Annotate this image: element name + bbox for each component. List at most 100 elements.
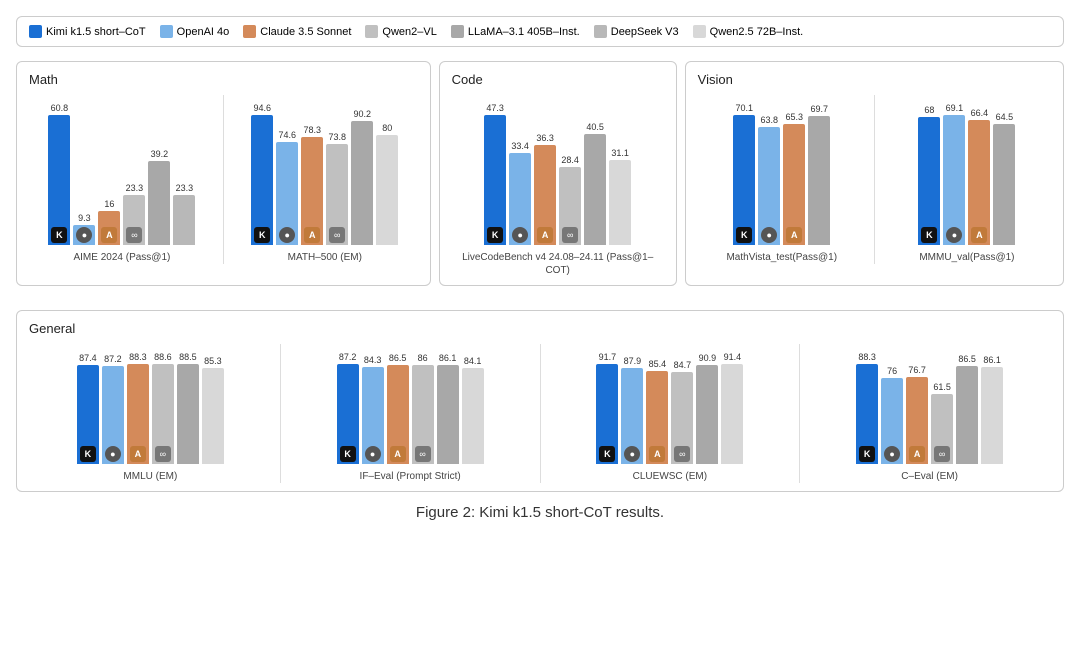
bar: A bbox=[98, 211, 120, 245]
legend-item: Claude 3.5 Sonnet bbox=[243, 25, 351, 38]
bar: A bbox=[646, 371, 668, 464]
bar-wrapper: 91.7 K bbox=[596, 353, 618, 464]
bar-wrapper: 33.4 ● bbox=[509, 142, 531, 245]
chart-divider bbox=[799, 344, 800, 483]
bar-icon-qwen: ∞ bbox=[934, 446, 950, 462]
bar bbox=[177, 364, 199, 464]
vision-section: Vision 70.1K63.8●65.3A69.7MathVista_test… bbox=[685, 61, 1064, 286]
bar-icon-k: K bbox=[921, 227, 937, 243]
bar-value: 85.3 bbox=[204, 357, 222, 366]
bar-wrapper: 88.5 bbox=[177, 353, 199, 464]
vision-title: Vision bbox=[698, 72, 1051, 87]
bar-value: 84.7 bbox=[674, 361, 692, 370]
bar-wrapper: 94.6K bbox=[251, 104, 273, 245]
bar-icon-k: K bbox=[340, 446, 356, 462]
bar: A bbox=[127, 364, 149, 464]
code-title: Code bbox=[452, 72, 664, 87]
chart-label: AIME 2024 (Pass@1) bbox=[73, 251, 170, 264]
bar-value: 70.1 bbox=[735, 104, 753, 113]
bar-value: 87.9 bbox=[624, 357, 642, 366]
legend: Kimi k1.5 short–CoTOpenAI 4oClaude 3.5 S… bbox=[16, 16, 1064, 47]
bar-value: 84.3 bbox=[364, 356, 382, 365]
bar-value: 78.3 bbox=[304, 126, 322, 135]
bar-icon-openai: ● bbox=[946, 227, 962, 243]
bar bbox=[609, 160, 631, 245]
bar-icon-openai: ● bbox=[512, 227, 528, 243]
bar-value: 86.1 bbox=[439, 354, 457, 363]
bar-icon-claude: A bbox=[909, 446, 925, 462]
bar-value: 66.4 bbox=[971, 109, 989, 118]
bar: K bbox=[77, 365, 99, 464]
bar: A bbox=[783, 124, 805, 245]
bar-wrapper: 87.2 K bbox=[337, 353, 359, 464]
bar-icon-qwen: ∞ bbox=[415, 446, 431, 462]
bar: K bbox=[856, 364, 878, 464]
bar: ● bbox=[102, 366, 124, 464]
bar-value: 47.3 bbox=[486, 104, 504, 113]
math-charts-row: 60.8K9.3●16A23.3∞39.223.3AIME 2024 (Pass… bbox=[29, 95, 418, 264]
bar: A bbox=[906, 377, 928, 464]
chart-label: LiveCodeBench v4 24.08–24.11 (Pass@1–COT… bbox=[452, 251, 664, 277]
chart-label: IF–Eval (Prompt Strict) bbox=[360, 470, 461, 483]
bar bbox=[376, 135, 398, 245]
bar-wrapper: 76.7 A bbox=[906, 366, 928, 464]
bar: A bbox=[387, 365, 409, 464]
bar: ∞ bbox=[559, 167, 581, 245]
legend-swatch bbox=[451, 25, 464, 38]
bar bbox=[584, 134, 606, 245]
bars-container: 88.3K76●76.7A61.5∞86.586.1 bbox=[808, 344, 1051, 464]
bar: ● bbox=[758, 127, 780, 245]
chart-label: MMLU (EM) bbox=[123, 470, 177, 483]
bar-value: 87.2 bbox=[339, 353, 357, 362]
legend-item: OpenAI 4o bbox=[160, 25, 230, 38]
bar bbox=[981, 367, 1003, 465]
bar bbox=[462, 368, 484, 464]
bar-value: 88.3 bbox=[858, 353, 876, 362]
bar-value: 63.8 bbox=[760, 116, 778, 125]
bar-value: 33.4 bbox=[511, 142, 529, 151]
bar-icon-openai: ● bbox=[76, 227, 92, 243]
code-charts-row: 47.3K33.4●36.3A28.4∞40.531.1LiveCodeBenc… bbox=[452, 95, 664, 277]
bar-value: 91.7 bbox=[599, 353, 617, 362]
bar-value: 86.5 bbox=[389, 354, 407, 363]
legend-label: OpenAI 4o bbox=[177, 26, 230, 38]
chart-label: CLUEWSC (EM) bbox=[633, 470, 707, 483]
bar-icon-k: K bbox=[859, 446, 875, 462]
bar-icon-claude: A bbox=[971, 227, 987, 243]
bar-icon-k: K bbox=[487, 227, 503, 243]
bar-icon-k: K bbox=[736, 227, 752, 243]
bar-wrapper: 73.8∞ bbox=[326, 133, 348, 245]
bar: K bbox=[596, 364, 618, 464]
bar-value: 76.7 bbox=[908, 366, 926, 375]
bar: K bbox=[251, 115, 273, 245]
vision-charts-row: 70.1K63.8●65.3A69.7MathVista_test(Pass@1… bbox=[698, 95, 1051, 264]
bar-wrapper: 61.5∞ bbox=[931, 383, 953, 464]
bar-icon-openai: ● bbox=[279, 227, 295, 243]
bar-value: 36.3 bbox=[536, 134, 554, 143]
bar-icon-qwen: ∞ bbox=[126, 227, 142, 243]
bar-icon-openai: ● bbox=[105, 446, 121, 462]
bar-wrapper: 69.7 bbox=[808, 105, 830, 245]
bar-value: 88.5 bbox=[179, 353, 197, 362]
bar: K bbox=[918, 117, 940, 245]
bar: K bbox=[48, 115, 70, 245]
bar-icon-openai: ● bbox=[761, 227, 777, 243]
general-section: General 87.4K87.2●88.3A88.6∞88.585.3MMLU… bbox=[16, 310, 1064, 492]
chart-divider bbox=[540, 344, 541, 483]
bar-value: 90.9 bbox=[699, 354, 717, 363]
bar-value: 68 bbox=[924, 106, 934, 115]
bar-icon-claude: A bbox=[537, 227, 553, 243]
bar-wrapper: 69.1● bbox=[943, 104, 965, 245]
bar-wrapper: 40.5 bbox=[584, 123, 606, 245]
bar: ● bbox=[276, 142, 298, 245]
legend-item: Qwen2.5 72B–Inst. bbox=[693, 25, 804, 38]
bar-wrapper: 88.3A bbox=[127, 353, 149, 464]
bar-value: 40.5 bbox=[586, 123, 604, 132]
bar-wrapper: 36.3 A bbox=[534, 134, 556, 245]
legend-swatch bbox=[243, 25, 256, 38]
bar-wrapper: 76● bbox=[881, 367, 903, 464]
bar-wrapper: 87.4K bbox=[77, 354, 99, 464]
bar-value: 76 bbox=[887, 367, 897, 376]
bar bbox=[956, 366, 978, 464]
chart-group: 88.3K76●76.7A61.5∞86.586.1C–Eval (EM) bbox=[808, 344, 1051, 483]
